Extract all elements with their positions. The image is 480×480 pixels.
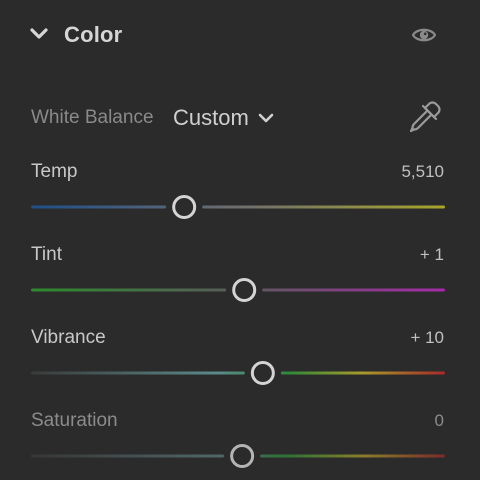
temp-track-left xyxy=(31,205,167,209)
vibrance-track[interactable] xyxy=(31,361,445,385)
eyedropper-icon[interactable] xyxy=(406,98,444,136)
vibrance-track-left xyxy=(31,371,245,375)
panel-header[interactable]: Color xyxy=(0,0,480,72)
saturation-track-graphic xyxy=(31,444,445,468)
color-panel: Color White Balance Custom Temp 5,510 Ti… xyxy=(0,0,480,480)
tint-slider: Tint + 1 xyxy=(0,244,480,324)
temp-track-right xyxy=(202,205,445,209)
tint-track-graphic xyxy=(31,278,445,302)
white-balance-row: White Balance Custom xyxy=(0,96,480,144)
white-balance-label: White Balance xyxy=(31,107,154,128)
vibrance-value[interactable]: + 10 xyxy=(410,328,444,348)
saturation-label: Saturation xyxy=(31,410,118,431)
temp-track[interactable] xyxy=(31,195,445,219)
tint-slider-knob[interactable] xyxy=(232,278,257,302)
temp-track-graphic xyxy=(31,195,445,219)
white-balance-dropdown[interactable]: Custom xyxy=(173,102,275,134)
white-balance-value: Custom xyxy=(173,105,249,130)
tint-track-left xyxy=(31,288,227,292)
saturation-value[interactable]: 0 xyxy=(435,411,444,431)
vibrance-label: Vibrance xyxy=(31,327,106,348)
saturation-track[interactable] xyxy=(31,444,445,468)
tint-label: Tint xyxy=(31,244,62,265)
saturation-slider: Saturation 0 xyxy=(0,410,480,480)
saturation-slider-knob[interactable] xyxy=(230,444,255,468)
saturation-track-left xyxy=(31,454,225,458)
saturation-track-right xyxy=(260,454,445,458)
tint-track-right xyxy=(262,288,445,292)
panel-title: Color xyxy=(64,22,123,47)
vibrance-slider: Vibrance + 10 xyxy=(0,327,480,407)
chevron-down-icon[interactable] xyxy=(28,25,52,45)
tint-value[interactable]: + 1 xyxy=(420,245,444,265)
vibrance-slider-knob[interactable] xyxy=(250,361,275,385)
eye-icon[interactable] xyxy=(410,25,438,45)
chevron-down-icon xyxy=(257,111,275,125)
tint-track[interactable] xyxy=(31,278,445,302)
vibrance-track-right xyxy=(280,371,445,375)
temp-label: Temp xyxy=(31,161,78,182)
temp-slider-knob[interactable] xyxy=(172,195,197,219)
vibrance-track-graphic xyxy=(31,361,445,385)
temp-value[interactable]: 5,510 xyxy=(401,162,444,182)
temp-slider: Temp 5,510 xyxy=(0,161,480,241)
